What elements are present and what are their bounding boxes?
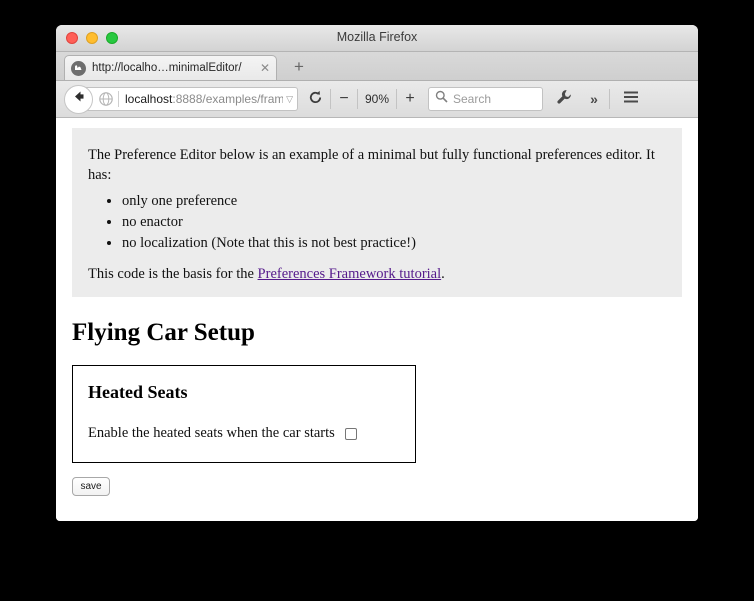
back-arrow-icon: [70, 88, 87, 110]
list-item: no enactor: [122, 212, 666, 233]
site-identity-icon[interactable]: [99, 92, 113, 106]
toolbar-divider: [396, 89, 397, 109]
search-input[interactable]: Search: [428, 87, 543, 111]
toolbar-divider: [357, 89, 358, 109]
toolbar-divider: [330, 89, 331, 109]
url-separator: [118, 91, 119, 107]
zoom-in-button[interactable]: +: [399, 90, 421, 108]
window-titlebar: Mozilla Firefox: [56, 25, 698, 52]
window-title: Mozilla Firefox: [336, 30, 418, 44]
save-button[interactable]: save: [72, 477, 110, 497]
search-icon: [435, 90, 448, 108]
zoom-out-button[interactable]: −: [333, 90, 355, 108]
basis-prefix: This code is the basis for the: [88, 266, 258, 283]
feature-list: only one preference no enactor no locali…: [88, 191, 666, 254]
page-title: Flying Car Setup: [72, 319, 255, 347]
url-text: localhost:8888/examples/fram: [125, 92, 283, 106]
heated-seats-checkbox[interactable]: [344, 427, 357, 440]
url-path: :8888/examples/fram: [172, 92, 284, 106]
browser-window: Mozilla Firefox http://localho…minimalEd…: [56, 25, 698, 521]
preference-panel: Heated Seats Enable the heated seats whe…: [72, 365, 416, 464]
overflow-chevron-icon[interactable]: »: [581, 91, 607, 107]
toolbar-divider: [609, 89, 610, 109]
hamburger-menu-button[interactable]: [618, 90, 644, 109]
tutorial-link[interactable]: Preferences Framework tutorial: [258, 266, 442, 282]
globe-icon: [71, 60, 86, 76]
heated-seats-label: Enable the heated seats when the car sta…: [88, 425, 335, 442]
intro-text: The Preference Editor below is an exampl…: [88, 147, 655, 183]
page-content: The Preference Editor below is an exampl…: [56, 118, 698, 521]
navigation-toolbar: localhost:8888/examples/fram ▽ − 90% + S…: [56, 81, 698, 118]
url-bar[interactable]: localhost:8888/examples/fram ▽: [80, 87, 298, 111]
list-item: no localization (Note that this is not b…: [122, 233, 666, 254]
zoom-level-label[interactable]: 90%: [360, 92, 394, 106]
basis-suffix: .: [441, 266, 445, 283]
url-host: localhost: [125, 92, 173, 106]
basis-text: This code is the basis for the Preferenc…: [88, 266, 666, 283]
reload-button[interactable]: [302, 90, 328, 109]
back-button[interactable]: [64, 84, 93, 114]
preference-panel-title: Heated Seats: [88, 382, 188, 403]
chevron-down-icon[interactable]: ▽: [286, 94, 293, 105]
tab-title: http://localho…minimalEditor/: [92, 62, 242, 74]
tab-strip: http://localho…minimalEditor/ ✕ +: [56, 52, 698, 81]
preference-row: Enable the heated seats when the car sta…: [88, 425, 400, 442]
intro-panel: The Preference Editor below is an exampl…: [72, 128, 682, 298]
search-placeholder: Search: [453, 92, 492, 106]
new-tab-button[interactable]: +: [288, 56, 310, 78]
close-icon[interactable]: ✕: [260, 62, 270, 74]
wrench-icon[interactable]: [551, 89, 577, 110]
tab-active[interactable]: http://localho…minimalEditor/ ✕: [64, 55, 277, 80]
list-item: only one preference: [122, 191, 666, 212]
